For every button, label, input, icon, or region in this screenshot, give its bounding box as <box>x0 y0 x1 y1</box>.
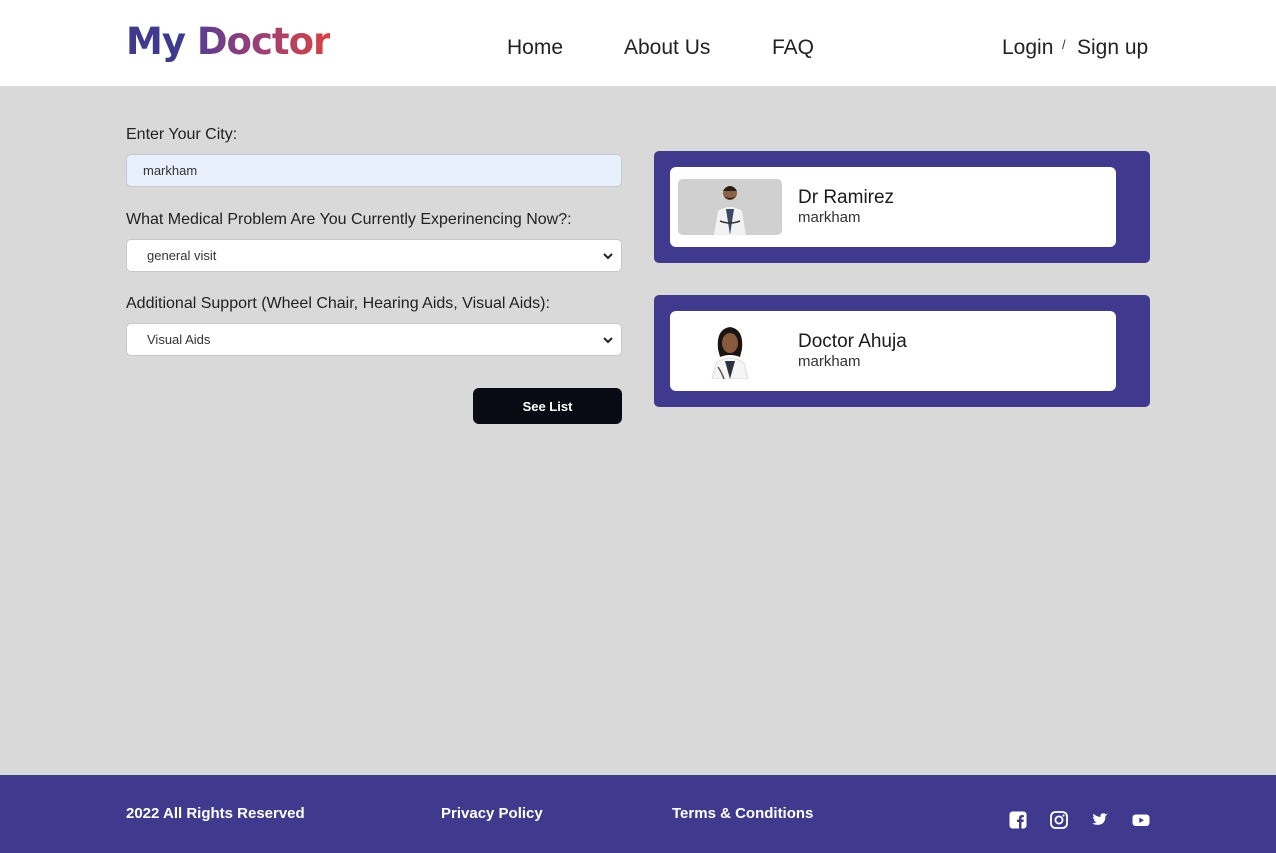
logo-text-my: My <box>126 20 186 63</box>
auth-separator: / <box>1062 37 1066 52</box>
problem-select[interactable]: general visit <box>126 239 622 272</box>
doctor-card-inner: Doctor Ahuja markham <box>670 311 1116 391</box>
support-select[interactable]: Visual Aids <box>126 323 622 356</box>
site-logo[interactable]: My Doctor <box>126 20 331 63</box>
doctor-photo <box>678 179 782 235</box>
logo-text-doctor: Doctor <box>196 20 331 63</box>
chevron-down-icon <box>603 253 613 260</box>
doctor-city: markham <box>798 209 861 226</box>
support-label: Additional Support (Wheel Chair, Hearing… <box>126 295 550 312</box>
nav-faq-link[interactable]: FAQ <box>772 36 814 60</box>
signup-link[interactable]: Sign up <box>1077 36 1148 60</box>
nav-home-link[interactable]: Home <box>507 36 563 60</box>
site-footer: 2022 All Rights Reserved Privacy Policy … <box>0 775 1276 853</box>
youtube-icon[interactable] <box>1132 811 1150 829</box>
doctor-card[interactable]: Doctor Ahuja markham <box>654 295 1150 407</box>
support-select-value: Visual Aids <box>147 332 211 347</box>
doctor-card-inner: Dr Ramirez markham <box>670 167 1116 247</box>
see-list-button[interactable]: See List <box>473 388 622 424</box>
city-input[interactable]: markham <box>126 154 622 187</box>
copyright-text: 2022 All Rights Reserved <box>126 805 305 822</box>
facebook-icon[interactable] <box>1009 811 1027 829</box>
terms-conditions-link[interactable]: Terms & Conditions <box>672 805 813 822</box>
privacy-policy-link[interactable]: Privacy Policy <box>441 805 543 822</box>
problem-label: What Medical Problem Are You Currently E… <box>126 211 572 228</box>
login-link[interactable]: Login <box>1002 36 1053 60</box>
city-input-value: markham <box>143 163 198 178</box>
doctor-card[interactable]: Dr Ramirez markham <box>654 151 1150 263</box>
chevron-down-icon <box>603 337 613 344</box>
twitter-icon[interactable] <box>1091 811 1109 829</box>
instagram-icon[interactable] <box>1050 811 1068 829</box>
doctor-city: markham <box>798 353 861 370</box>
doctor-photo <box>678 323 782 379</box>
doctor-name: Dr Ramirez <box>798 187 895 208</box>
city-label: Enter Your City: <box>126 126 238 143</box>
doctor-name: Doctor Ahuja <box>798 331 907 352</box>
nav-about-link[interactable]: About Us <box>624 36 710 60</box>
problem-select-value: general visit <box>147 248 217 263</box>
site-header: My Doctor Home About Us FAQ Login / Sign… <box>0 0 1276 86</box>
